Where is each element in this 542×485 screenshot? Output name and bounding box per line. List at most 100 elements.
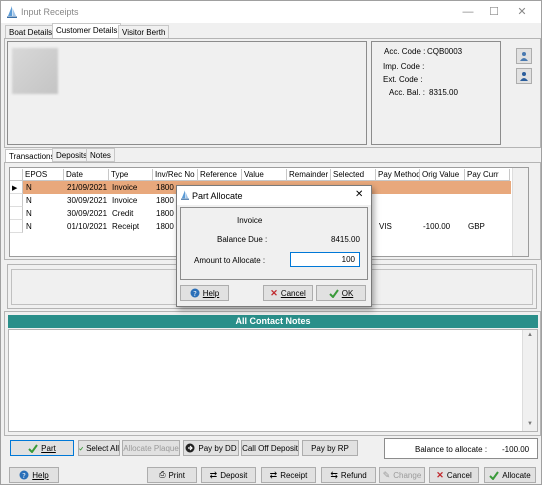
- dialog-help-button[interactable]: ? Help: [180, 285, 229, 301]
- minimize-icon[interactable]: —: [459, 4, 477, 20]
- allocate-plaque-button[interactable]: Allocate Plaque: [122, 440, 180, 456]
- amount-label: Amount to Allocate :: [194, 256, 266, 265]
- row-indicator[interactable]: [10, 194, 23, 207]
- select-all-button[interactable]: Select All: [78, 440, 120, 456]
- grid-header[interactable]: Date: [64, 169, 109, 181]
- cell-pay-curr: GBP: [468, 222, 485, 231]
- allocate-button[interactable]: Allocate: [484, 467, 536, 483]
- change-label: Change: [393, 470, 422, 480]
- print-button[interactable]: ⎙ Print: [147, 467, 197, 483]
- row-indicator[interactable]: ▶: [10, 181, 23, 194]
- deposit-icon: ⇄: [209, 469, 218, 480]
- account-summary-box: Acc. Code : CQB0003 Imp. Code : Ext. Cod…: [371, 41, 501, 145]
- cell-inv: 1800: [156, 196, 174, 205]
- receipt-button[interactable]: ⇄ Receipt: [261, 467, 316, 483]
- cell-pay-method: VIS: [379, 222, 392, 231]
- svg-text:?: ?: [193, 290, 197, 298]
- contact-person-button[interactable]: [516, 68, 532, 84]
- deposit-label: Deposit: [220, 470, 248, 480]
- refund-label: Refund: [340, 470, 367, 480]
- cell-type: Invoice: [112, 183, 138, 192]
- check-icon: [79, 446, 84, 451]
- dialog-ok-button[interactable]: OK: [316, 285, 366, 301]
- dialog-content-box: Invoice Balance Due : 8415.00 Amount to …: [180, 207, 368, 280]
- grid-header[interactable]: Value: [242, 169, 287, 181]
- notes-area[interactable]: ▲ ▼: [8, 329, 538, 432]
- dialog-title: Part Allocate: [192, 191, 243, 201]
- row-indicator[interactable]: [10, 220, 23, 233]
- grid-header[interactable]: Pay Method: [376, 169, 420, 181]
- receipt-label: Receipt: [280, 470, 308, 480]
- grid-header[interactable]: Remainder: [287, 169, 331, 181]
- amount-input[interactable]: 100: [290, 252, 360, 267]
- cell-inv: 1800: [156, 222, 174, 231]
- check-icon: [489, 470, 500, 480]
- grid-scrollbar[interactable]: [512, 168, 528, 256]
- part-button[interactable]: Part: [10, 440, 74, 456]
- grid-header[interactable]: Inv/Rec No: [153, 169, 198, 181]
- direct-debit-icon: [185, 443, 195, 453]
- row-indicator[interactable]: [10, 207, 23, 220]
- close-icon[interactable]: ✕: [513, 4, 531, 20]
- cell-date: 30/09/2021: [67, 209, 108, 218]
- svg-text:?: ?: [22, 472, 26, 480]
- pay-by-dd-label: Pay by DD: [198, 443, 237, 453]
- grid-header[interactable]: Orig Value: [420, 169, 465, 181]
- help-button[interactable]: ? Help: [9, 467, 59, 483]
- allocate-label: Allocate: [502, 470, 531, 480]
- cancel-label: Cancel: [446, 470, 472, 480]
- tab-boat-details[interactable]: Boat Details: [5, 25, 57, 39]
- refund-icon: ⇆: [330, 469, 338, 480]
- grid-header[interactable]: Selected: [331, 169, 376, 181]
- cancel-button[interactable]: ✕ Cancel: [429, 467, 479, 483]
- balance-due-label: Balance Due :: [217, 235, 268, 244]
- pay-by-rp-button[interactable]: Pay by RP: [302, 440, 358, 456]
- acc-code-value: CQB0003: [427, 47, 463, 56]
- maximize-icon[interactable]: ☐: [485, 4, 503, 20]
- dialog-cancel-button[interactable]: ✕ Cancel: [263, 285, 313, 301]
- balance-due-value: 8415.00: [331, 235, 360, 244]
- cell-date: 21/09/2021: [67, 183, 108, 192]
- contact-info-button[interactable]: [516, 48, 532, 64]
- help-icon: ?: [19, 470, 29, 480]
- cross-icon: ✕: [436, 469, 444, 480]
- cell-epos: N: [26, 183, 32, 192]
- grid-header[interactable]: Pay Curr: [465, 169, 510, 181]
- grid-header-indicator: [10, 169, 23, 181]
- grid-header[interactable]: Type: [109, 169, 153, 181]
- dialog-close-icon[interactable]: ✕: [355, 189, 363, 200]
- ext-code-label: Ext. Code :: [383, 75, 423, 84]
- print-icon: ⎙: [159, 470, 166, 479]
- deposit-button[interactable]: ⇄ Deposit: [201, 467, 256, 483]
- pay-by-dd-button[interactable]: Pay by DD: [183, 440, 239, 456]
- select-all-label: Select All: [86, 443, 119, 453]
- check-icon: [329, 288, 339, 298]
- grid-header[interactable]: Reference: [198, 169, 242, 181]
- customer-info-box: [7, 41, 367, 145]
- acc-bal-value: 8315.00: [429, 88, 458, 97]
- call-off-deposit-button[interactable]: Call Off Deposit: [241, 440, 299, 456]
- user-info-icon: [520, 52, 528, 61]
- cell-epos: N: [26, 222, 32, 231]
- check-icon: [28, 443, 38, 453]
- help-icon: ?: [190, 288, 200, 298]
- dialog-cancel-label: Cancel: [280, 288, 306, 298]
- dialog-type-text: Invoice: [237, 216, 263, 225]
- change-button[interactable]: ✎ Change: [379, 467, 425, 483]
- grid-header[interactable]: EPOS: [23, 169, 64, 181]
- cell-type: Receipt: [112, 222, 140, 231]
- tab-transactions[interactable]: Transactions: [5, 149, 59, 163]
- scroll-down-icon[interactable]: ▼: [527, 421, 533, 427]
- tab-visitor-berth[interactable]: Visitor Berth: [118, 25, 170, 39]
- print-label: Print: [168, 470, 185, 480]
- balance-label: Balance to allocate :: [415, 445, 488, 454]
- app-icon: [181, 190, 189, 200]
- scroll-up-icon[interactable]: ▲: [527, 332, 533, 338]
- tab-customer-details[interactable]: Customer Details: [52, 23, 122, 39]
- cell-date: 01/10/2021: [67, 222, 108, 231]
- notes-scrollbar[interactable]: ▲ ▼: [522, 330, 537, 431]
- tab-notes[interactable]: Notes: [86, 148, 115, 162]
- cell-type: Invoice: [112, 196, 138, 205]
- refund-button[interactable]: ⇆ Refund: [321, 467, 376, 483]
- dialog-title-bar: Part Allocate ✕: [177, 186, 371, 205]
